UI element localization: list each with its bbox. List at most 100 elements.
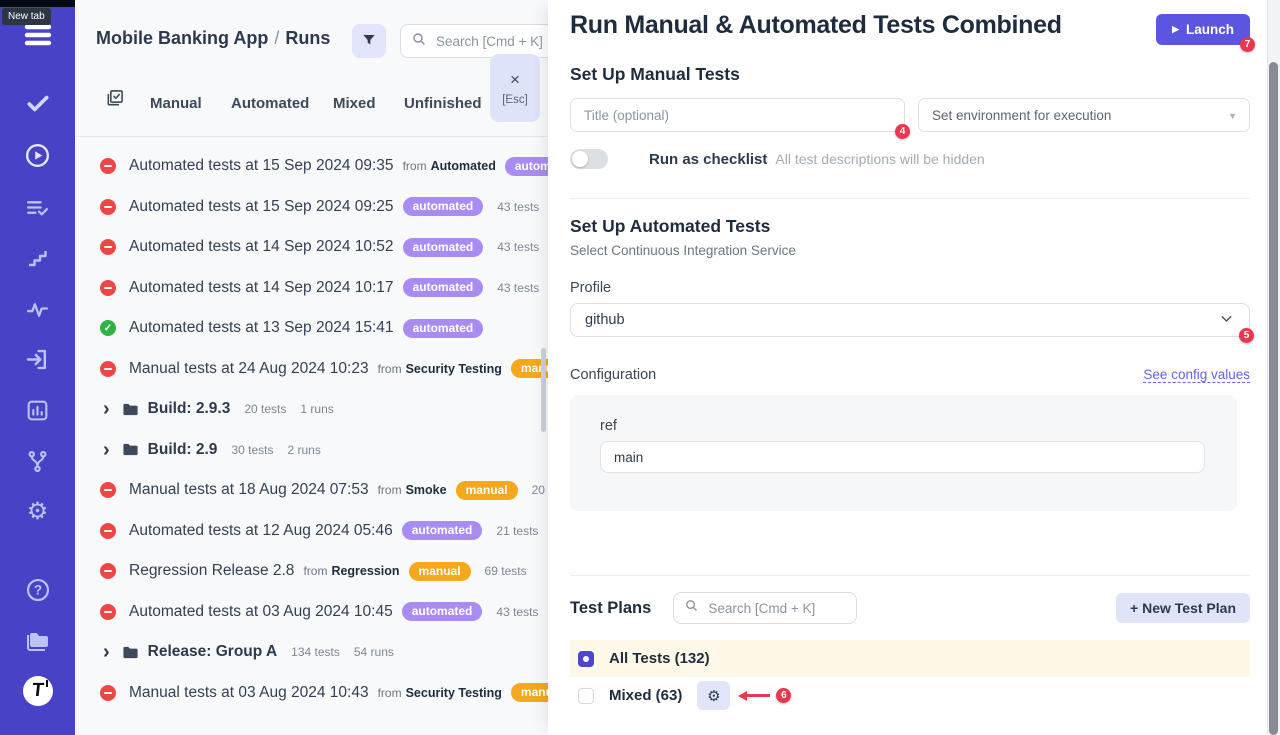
annotation-badge-4: 4 — [895, 124, 910, 139]
select-all-icon[interactable] — [105, 88, 125, 113]
folder-row[interactable]: ›Release: Group A134 tests54 runs — [75, 632, 548, 673]
mixed-checkbox[interactable] — [578, 688, 594, 704]
see-config-values-link[interactable]: See config values — [1143, 367, 1250, 383]
test-plans-search-input[interactable] — [706, 600, 846, 617]
run-row[interactable]: Automated tests at 14 Sep 2024 10:17auto… — [75, 268, 548, 309]
environment-select[interactable]: Set environment for execution ▼ — [918, 98, 1250, 132]
test-plans-heading: Test Plans — [570, 599, 651, 618]
run-as-checklist-toggle[interactable] — [570, 149, 608, 169]
runs-list-scrollbar[interactable] — [541, 348, 546, 432]
hamburger-menu-icon[interactable] — [0, 22, 75, 48]
run-title-input[interactable] — [570, 98, 905, 132]
all-tests-checkbox[interactable] — [578, 651, 594, 667]
tab-manual[interactable]: Manual — [150, 95, 202, 112]
runs-search[interactable] — [400, 24, 548, 58]
run-row[interactable]: Automated tests at 14 Sep 2024 10:52auto… — [75, 227, 548, 268]
search-icon — [411, 31, 427, 52]
new-test-plan-button[interactable]: + New Test Plan — [1116, 593, 1250, 623]
git-branch-icon[interactable] — [0, 449, 75, 474]
steps-icon[interactable] — [0, 246, 75, 270]
runs-search-input[interactable] — [434, 33, 548, 50]
run-row[interactable]: Manual tests at 24 Aug 2024 10:23fromSec… — [75, 349, 548, 390]
import-icon[interactable] — [0, 346, 75, 373]
tab-automated[interactable]: Automated — [231, 95, 309, 112]
profile-select[interactable]: github 5 — [570, 303, 1250, 337]
folder-title: Release: Group A — [148, 643, 278, 661]
run-row[interactable]: Automated tests at 12 Aug 2024 05:46 auto… — [75, 511, 548, 552]
divider — [75, 136, 548, 137]
run-count: 20 tests — [244, 402, 286, 416]
from-label: from — [378, 483, 402, 497]
run-row[interactable]: Manual tests at 18 Aug 2024 07:53fromSmo… — [75, 470, 548, 511]
all-tests-label: All Tests (132) — [609, 650, 710, 667]
run-type-badge: manual — [409, 562, 471, 581]
tab-mixed[interactable]: Mixed — [333, 95, 376, 112]
chevron-right-icon[interactable]: › — [103, 399, 110, 419]
window-edge — [0, 0, 75, 7]
run-count: 69 tests — [485, 564, 527, 578]
from-label: from — [403, 159, 427, 173]
run-row[interactable]: Automated tests at 03 Aug 2024 10:45auto… — [75, 592, 548, 633]
test-plans-search[interactable] — [673, 592, 857, 624]
chevron-right-icon[interactable]: › — [103, 642, 110, 662]
annotation-badge-7: 7 — [1240, 37, 1255, 52]
run-count: 30 tests — [231, 443, 273, 457]
filter-button[interactable] — [352, 24, 386, 58]
test-plans-list-check-icon[interactable] — [0, 195, 75, 220]
folder-row[interactable]: ›Build: 2.9.320 tests1 runs — [75, 389, 548, 430]
run-row[interactable]: Automated tests at 15 Sep 2024 09:25auto… — [75, 187, 548, 228]
from-label: from — [378, 686, 402, 700]
launch-button[interactable]: ▶ Launch 7 — [1156, 14, 1250, 45]
configuration-card: ref — [570, 395, 1237, 511]
breadcrumb-project[interactable]: Mobile Banking App — [96, 28, 268, 48]
test-plan-row-mixed[interactable]: Mixed (63) ⚙ 6 — [570, 677, 1250, 714]
run-source: Regression — [331, 564, 399, 578]
run-row[interactable]: Manual tests at 03 Aug 2024 10:43fromSec… — [75, 673, 548, 714]
new-tab-tooltip: New tab — [2, 8, 51, 25]
settings-gear-icon[interactable]: ⚙ — [0, 500, 75, 524]
checklist-toggle-hint: All test descriptions will be hidden — [775, 151, 984, 167]
run-source: Security Testing — [406, 362, 502, 376]
test-plan-row-all-tests[interactable]: All Tests (132) — [570, 640, 1250, 677]
close-panel-button[interactable]: × [Esc] — [490, 54, 540, 122]
run-title: Automated tests at 03 Aug 2024 10:45 — [129, 603, 393, 621]
status-failed-icon — [100, 361, 116, 377]
breadcrumb-page[interactable]: Runs — [285, 28, 330, 48]
runs-play-circle-icon[interactable] — [0, 142, 75, 169]
run-type-badge: automated — [403, 197, 484, 216]
run-type-badge: automated — [403, 319, 484, 338]
esc-hint-label: [Esc] — [502, 94, 528, 106]
run-count: 43 tests — [496, 605, 538, 619]
runs-list: Automated tests at 15 Sep 2024 09:35 from… — [75, 146, 548, 713]
page-scrollbar-thumb[interactable] — [1269, 62, 1278, 735]
app-window: New tab ⚙ ? — [0, 0, 1280, 735]
sidebar: New tab ⚙ ? — [0, 0, 75, 735]
annotation-badge-5: 5 — [1239, 328, 1254, 343]
app-logo[interactable]: T — [0, 676, 75, 706]
ref-input[interactable] — [600, 441, 1205, 473]
run-title: Automated tests at 12 Aug 2024 05:46 — [129, 522, 393, 540]
run-type-badge: automated — [402, 521, 483, 540]
mixed-settings-button[interactable]: ⚙ — [697, 681, 730, 710]
folder-row[interactable]: ›Build: 2.930 tests2 runs — [75, 430, 548, 471]
status-failed-icon — [100, 158, 116, 174]
status-failed-icon — [100, 239, 116, 255]
run-count: 21 tests — [496, 524, 538, 538]
run-count: 43 tests — [497, 240, 539, 254]
run-count: 43 tests — [497, 200, 539, 214]
run-row[interactable]: Regression Release 2.8fromRegressionmanu… — [75, 551, 548, 592]
analytics-bar-chart-icon[interactable] — [0, 398, 75, 423]
activity-pulse-icon[interactable] — [0, 297, 75, 322]
run-title: Automated tests at 15 Sep 2024 09:35 — [129, 157, 394, 175]
run-type-badge: manual — [511, 683, 548, 702]
run-row[interactable]: ✓Automated tests at 13 Sep 2024 15:41aut… — [75, 308, 548, 349]
annotation-arrow: 6 — [738, 688, 791, 703]
breadcrumb: Mobile Banking App/Runs — [96, 28, 330, 49]
chevron-right-icon[interactable]: › — [103, 440, 110, 460]
tests-check-icon[interactable] — [0, 90, 75, 116]
run-title: Regression Release 2.8 — [129, 562, 294, 580]
run-row[interactable]: Automated tests at 15 Sep 2024 09:35 from… — [75, 146, 548, 187]
projects-folder-icon[interactable] — [0, 628, 75, 654]
tab-unfinished[interactable]: Unfinished — [404, 95, 482, 112]
help-icon[interactable]: ? — [0, 577, 75, 603]
